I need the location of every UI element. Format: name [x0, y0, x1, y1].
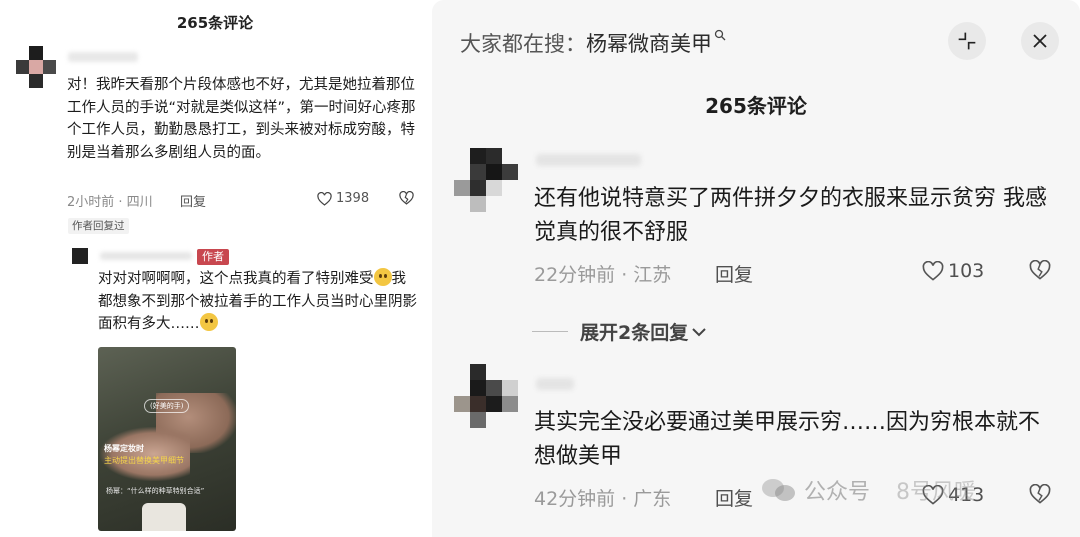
wechat-logo-icon	[762, 475, 798, 505]
thumbnail-caption-subtitle: 主动提出替换美甲细节	[104, 456, 184, 465]
username-blurred	[536, 154, 641, 166]
right-comment-panel: 大家都在搜： 杨幂微商美甲 265条评论 还有他说特意买了两件拼夕夕的衣服来显示…	[432, 0, 1080, 537]
expand-replies-button[interactable]: 展开2条回复	[532, 318, 706, 345]
pleading-emoji-icon	[199, 313, 218, 331]
search-suggestion-label: 大家都在搜：	[460, 32, 586, 56]
broken-heart-icon	[1029, 484, 1051, 504]
watermark-account: 8号风暖	[896, 480, 977, 505]
comment-text: 还有他说特意买了两件拼夕夕的衣服来显示贫穷 我感觉真的很不舒服	[534, 186, 1047, 245]
dislike-button[interactable]	[1029, 260, 1051, 280]
comment-time-location: 22分钟前 · 江苏	[534, 264, 672, 286]
collapse-button[interactable]	[948, 22, 986, 60]
broken-heart-icon	[399, 191, 414, 205]
comment-time-location: 42分钟前 · 广东	[534, 488, 672, 510]
avatar[interactable]	[16, 46, 56, 88]
comment-text: 对！我昨天看那个片段体感也不好，尤其是她拉着那位工作人员的手说“对就是类似这样”…	[67, 77, 416, 161]
watermark: 公众号 8号风暖	[762, 474, 976, 506]
username-blurred	[68, 52, 138, 62]
comments-count-title: 265条评论	[705, 94, 807, 118]
chevron-down-icon	[692, 327, 706, 337]
dislike-button[interactable]	[1029, 484, 1051, 504]
heart-icon	[317, 191, 332, 206]
heart-icon	[922, 261, 944, 281]
broken-heart-icon	[1029, 260, 1051, 280]
comments-count-title: 265条评论	[176, 14, 254, 32]
comment-meta: 22分钟前 · 江苏 回复 103	[534, 260, 1064, 286]
reply-button[interactable]: 回复	[180, 191, 206, 210]
thumbnail-cup	[142, 503, 186, 531]
sub-reply-text-part1: 对对对啊啊啊，这个点我真的看了特别难受	[98, 271, 374, 287]
comment-time-location: 2小时前 · 四川	[67, 195, 153, 210]
avatar[interactable]	[454, 364, 518, 428]
reply-button[interactable]: 回复	[715, 484, 753, 511]
video-thumbnail[interactable]: (好美的手) 杨幂定妆时 主动提出替换美甲细节 杨幂：“什么样的种草特别合适”	[98, 347, 236, 531]
left-comment-panel: 265条评论 对！我昨天看那个片段体感也不好，尤其是她拉着那位工作人员的手说“对…	[0, 0, 430, 537]
comment-meta: 2小时前 · 四川 回复 1398	[67, 191, 417, 211]
dislike-button[interactable]	[399, 191, 414, 205]
author-tag: 作者	[197, 249, 229, 265]
sub-reply-username-blurred	[100, 252, 192, 260]
thumbnail-side-text	[102, 355, 110, 415]
thumbnail-hand-lower	[100, 427, 190, 481]
search-icon[interactable]	[714, 29, 726, 41]
screenshot-collage: 265条评论 对！我昨天看那个片段体感也不好，尤其是她拉着那位工作人员的手说“对…	[0, 0, 1080, 537]
expand-divider	[532, 331, 568, 332]
thumbnail-caption-quote: 杨幂：“什么样的种草特别合适”	[106, 487, 205, 495]
sub-reply-text: 对对对啊啊啊，这个点我真的看了特别难受 我都想象不到那个被拉着手的工作人员当时心里…	[98, 268, 418, 336]
close-button[interactable]	[1021, 22, 1059, 60]
search-suggestion[interactable]: 大家都在搜： 杨幂微商美甲	[460, 28, 726, 58]
like-button[interactable]: 1398	[317, 191, 369, 206]
like-count: 103	[948, 260, 985, 282]
reply-button[interactable]: 回复	[715, 260, 753, 287]
like-button[interactable]: 103	[922, 260, 984, 282]
like-count: 1398	[336, 191, 370, 206]
expand-replies-label: 展开2条回复	[580, 322, 689, 344]
close-icon	[1033, 34, 1047, 48]
avatar[interactable]	[454, 148, 518, 212]
username-blurred	[536, 378, 574, 390]
author-replied-badge: 作者回复过	[68, 218, 129, 234]
search-suggestion-query[interactable]: 杨幂微商美甲	[586, 28, 712, 58]
sub-reply-avatar[interactable]	[72, 248, 88, 264]
crying-emoji-icon	[373, 268, 392, 286]
thumbnail-bubble-text: (好美的手)	[144, 399, 190, 413]
thumbnail-caption-title: 杨幂定妆时	[104, 444, 144, 453]
watermark-label: 公众号	[804, 480, 871, 505]
comment-text: 其实完全没必要通过美甲展示穷……因为穷根本就不想做美甲	[534, 410, 1041, 469]
collapse-icon	[958, 32, 976, 50]
